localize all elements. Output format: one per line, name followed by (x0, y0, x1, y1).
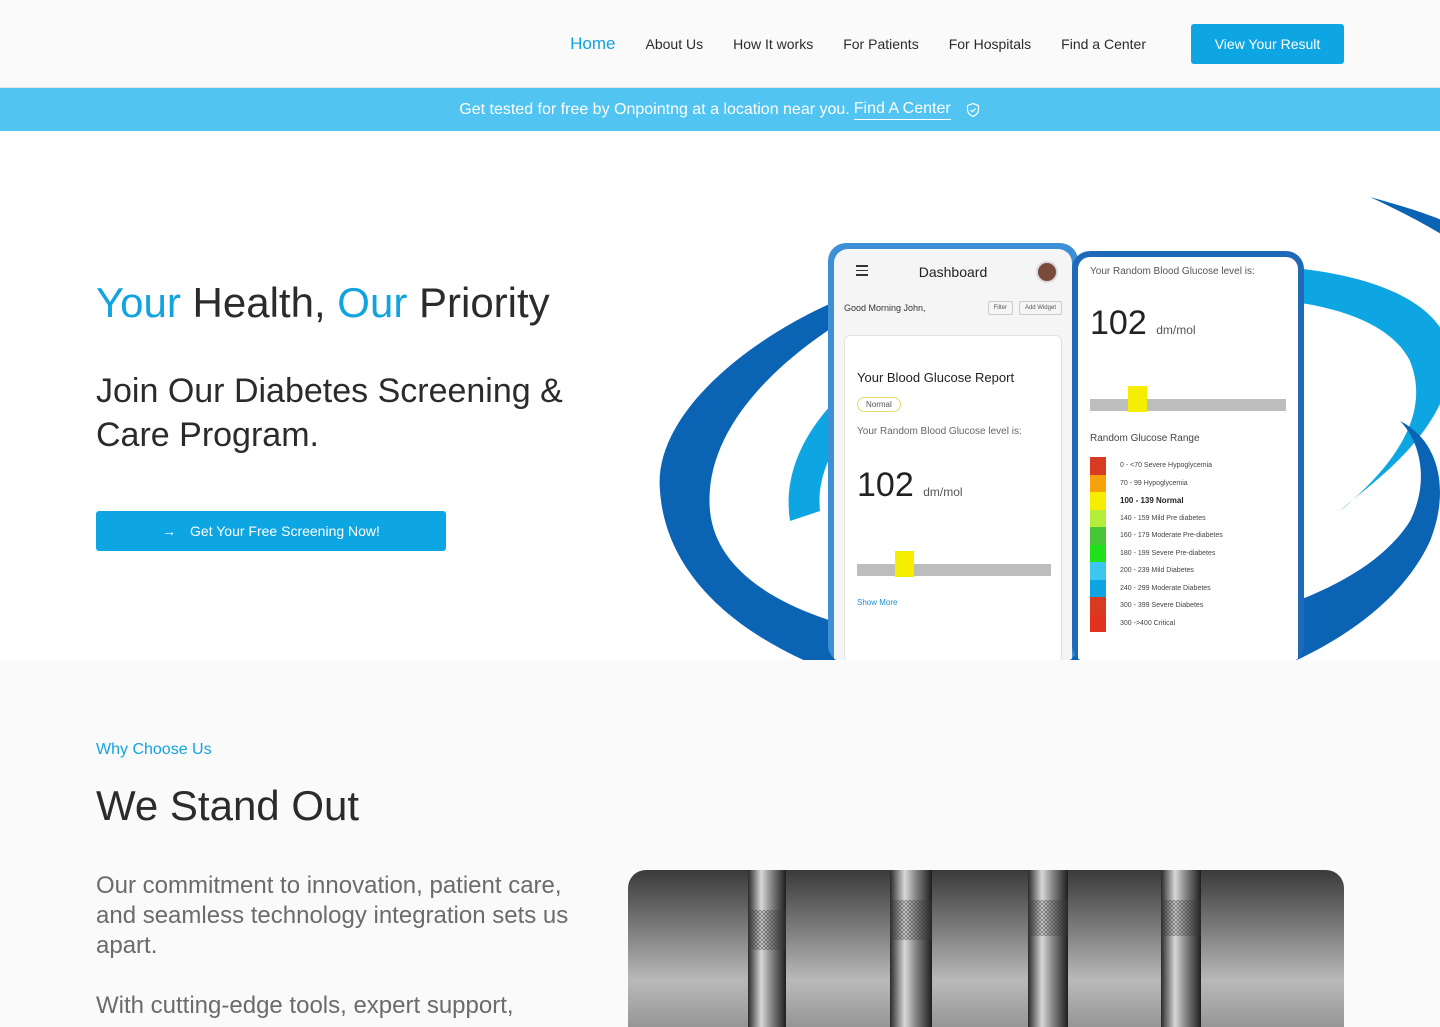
glucose-number: 102 (857, 466, 914, 504)
dashboard-title: Dashboard (918, 264, 988, 280)
range-text: 300 - 399 Severe Diabetes (1120, 602, 1204, 610)
range-text: 300 ->400 Critical (1120, 619, 1176, 627)
nav-link-find-a-center[interactable]: Find a Center (1061, 36, 1146, 52)
why-paragraph-1: Our commitment to innovation, patient ca… (96, 872, 569, 959)
top-nav: Home About Us How It works For Patients … (0, 0, 1440, 88)
dashboard-header: Dashboard (834, 249, 1072, 295)
range-swatch (1090, 597, 1106, 615)
range-text: 160 - 179 Moderate Pre-diabetes (1120, 532, 1223, 540)
glucose-range-screen: Your Random Blood Glucose level is: 102 … (1078, 257, 1298, 660)
nav-link-for-patients[interactable]: For Patients (843, 36, 918, 52)
glucose-unit: dm/mol (923, 485, 963, 499)
arrow-right-icon: → (162, 523, 177, 539)
view-result-button[interactable]: View Your Result (1191, 24, 1344, 64)
range-text: 70 - 99 Hypoglycemia (1120, 479, 1188, 487)
range-text: 240 - 299 Moderate Diabetes (1120, 584, 1211, 592)
why-eyebrow: Why Choose Us (96, 741, 212, 758)
range-list: 0 - <70 Severe Hypoglycemia 70 - 99 Hypog… (1090, 457, 1290, 632)
range-swatch (1090, 562, 1106, 580)
range-row: 160 - 179 Moderate Pre-diabetes (1090, 527, 1290, 545)
promo-banner: Get tested for free by Onpointng at a lo… (0, 88, 1440, 131)
glucose-report-card: Your Blood Glucose Report Normal Your Ra… (844, 335, 1062, 660)
report-title: Your Blood Glucose Report (857, 370, 1015, 385)
range-row: 0 - <70 Severe Hypoglycemia (1090, 457, 1290, 475)
range-text: 0 - <70 Severe Hypoglycemia (1120, 462, 1213, 470)
range-row: 140 - 159 Mild Pre diabetes (1090, 509, 1290, 527)
greeting-text: Good Morning John, (844, 303, 926, 313)
range-swatch (1090, 614, 1106, 632)
range-swatch (1090, 474, 1106, 492)
dashboard-screen: Dashboard Good Morning John, Filter Add … (834, 249, 1072, 660)
hero-illustration: Dashboard Good Morning John, Filter Add … (640, 191, 1440, 660)
why-paragraph-2: With cutting-edge tools, expert support, (96, 992, 514, 1019)
hero-section: Your Health, Our Priority Join Our Diabe… (0, 131, 1440, 660)
greeting-row: Good Morning John, Filter Add Widget (834, 301, 1072, 315)
range-row: 70 - 99 Hypoglycemia (1090, 474, 1290, 492)
lancet-image (748, 870, 1201, 1027)
range-swatch (1090, 579, 1106, 597)
menu-icon (856, 265, 868, 279)
hero-subtitle: Join Our Diabetes Screening & Care Progr… (96, 372, 563, 454)
free-screening-button[interactable]: → Get Your Free Screening Now! (96, 511, 446, 551)
nav-link-how-it-works[interactable]: How It works (733, 36, 813, 52)
hero-title-part-2: Health, (180, 279, 338, 326)
free-screening-label: Get Your Free Screening Now! (190, 523, 380, 539)
glucose-bar (857, 551, 1051, 577)
p2-glucose-value: 102 dm/mol (1078, 278, 1298, 343)
nav-link-home[interactable]: Home (570, 34, 615, 54)
show-more-link: Show More (857, 598, 898, 607)
hero-title-part-4: Priority (407, 279, 550, 326)
p2-glucose-unit: dm/mol (1156, 323, 1196, 337)
range-row: 100 - 139 Normal (1090, 492, 1290, 510)
range-swatch (1090, 544, 1106, 562)
nav-links: Home About Us How It works For Patients … (570, 0, 1146, 88)
nav-link-for-hospitals[interactable]: For Hospitals (949, 36, 1031, 52)
range-row: 300 - 399 Severe Diabetes (1090, 597, 1290, 615)
range-row: 300 ->400 Critical (1090, 614, 1290, 632)
range-swatch (1090, 509, 1106, 527)
p2-glucose-marker (1128, 386, 1147, 412)
avatar (1036, 261, 1058, 283)
add-widget-chip: Add Widget (1018, 301, 1062, 315)
range-row: 200 - 239 Mild Diabetes (1090, 562, 1290, 580)
p2-glucose-number: 102 (1090, 304, 1147, 342)
dashboard-phone: Dashboard Good Morning John, Filter Add … (828, 243, 1078, 660)
range-row: 180 - 199 Severe Pre-diabetes (1090, 544, 1290, 562)
glucose-value: 102 dm/mol (845, 438, 1061, 505)
range-swatch (1090, 457, 1106, 475)
banner-find-center-link[interactable]: Find A Center (853, 100, 951, 120)
range-row: 240 - 299 Moderate Diabetes (1090, 579, 1290, 597)
glucose-marker (895, 551, 914, 577)
banner-text: Get tested for free by Onpointng at a lo… (459, 100, 850, 118)
nav-link-about-us[interactable]: About Us (646, 36, 704, 52)
glucose-range-phone: Your Random Blood Glucose level is: 102 … (1072, 251, 1304, 660)
range-text: 200 - 239 Mild Diabetes (1120, 567, 1194, 575)
p2-glucose-level-label: Your Random Blood Glucose level is: (1090, 266, 1255, 277)
range-text: 180 - 199 Severe Pre-diabetes (1120, 549, 1216, 557)
range-title: Random Glucose Range (1090, 433, 1200, 444)
range-swatch (1090, 492, 1106, 510)
hero-title: Your Health, Our Priority (96, 279, 550, 327)
range-text: 140 - 159 Mild Pre diabetes (1120, 514, 1206, 522)
hero-title-accent-1: Your (96, 279, 181, 326)
filter-chip: Filter (987, 301, 1013, 315)
hero-title-accent-2: Our (337, 279, 408, 326)
range-swatch (1090, 527, 1106, 545)
shield-check-icon (966, 102, 979, 117)
range-text: 100 - 139 Normal (1120, 496, 1184, 506)
glucose-level-label: Your Random Blood Glucose level is: (857, 426, 1022, 437)
p2-glucose-bar (1090, 386, 1286, 412)
lancet-photo (628, 870, 1344, 1027)
status-badge: Normal (857, 397, 901, 412)
why-title: We Stand Out (96, 782, 360, 829)
